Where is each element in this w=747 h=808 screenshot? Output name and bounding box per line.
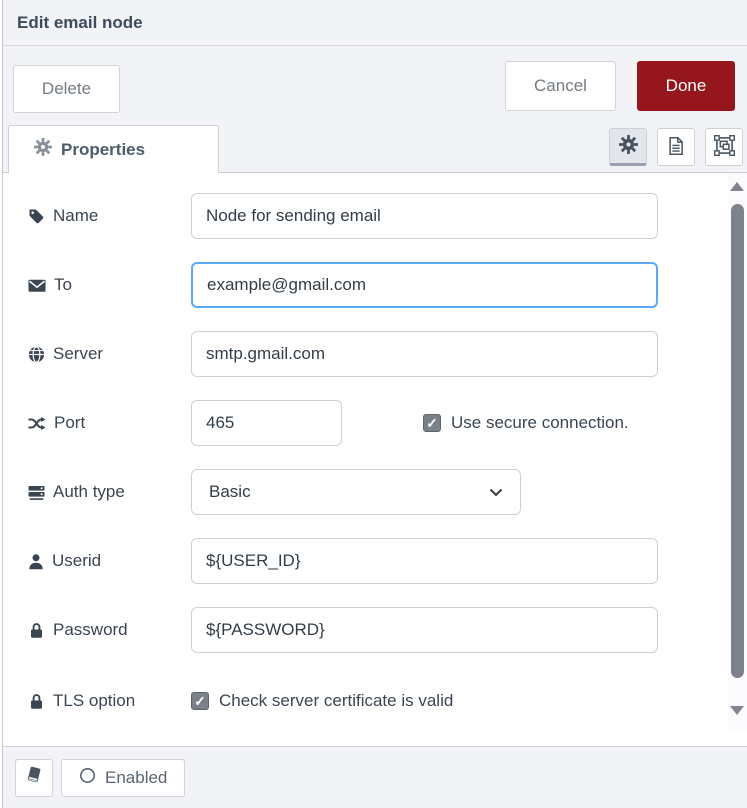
delete-button[interactable]: Delete xyxy=(13,65,120,113)
enabled-toggle-button[interactable]: Enabled xyxy=(61,759,185,797)
form-row-userid: Userid xyxy=(28,538,747,584)
form-row-password: Password xyxy=(28,607,747,653)
appearance-panel-button[interactable] xyxy=(705,128,743,166)
enabled-label: Enabled xyxy=(105,768,167,788)
to-input[interactable] xyxy=(191,262,658,308)
server-input[interactable] xyxy=(191,331,658,377)
description-panel-button[interactable] xyxy=(657,128,695,166)
shuffle-icon xyxy=(28,415,46,432)
secure-connection-checkbox[interactable]: ✓ xyxy=(423,414,441,432)
tab-bar: Properties xyxy=(3,125,747,173)
name-input[interactable] xyxy=(191,193,658,239)
scrollbar-down-button[interactable] xyxy=(730,706,744,715)
dialog-footer: Enabled xyxy=(3,746,747,808)
form-row-server: Server xyxy=(28,331,747,377)
userid-label: Userid xyxy=(28,551,191,571)
authtype-label: Auth type xyxy=(28,482,191,502)
doc-icon xyxy=(666,136,686,159)
gear-icon xyxy=(619,135,638,157)
form-row-to: To xyxy=(28,262,747,308)
form-scrollbar[interactable] xyxy=(728,173,747,729)
tls-verify-group: ✓ Check server certificate is valid xyxy=(191,691,453,711)
server-icon xyxy=(28,484,45,501)
properties-panel-button[interactable] xyxy=(609,128,647,166)
to-label: To xyxy=(28,275,191,295)
tab-properties-label: Properties xyxy=(61,140,145,160)
lock-icon xyxy=(28,693,45,710)
user-icon xyxy=(28,553,44,570)
chevron-down-icon xyxy=(489,482,503,502)
properties-form: Name To xyxy=(3,173,747,746)
tls-verify-checkbox[interactable]: ✓ xyxy=(191,692,209,710)
tab-properties[interactable]: Properties xyxy=(8,125,219,173)
userid-input[interactable] xyxy=(191,538,658,584)
circle-icon xyxy=(79,767,96,789)
dialog-button-bar: Delete Cancel Done xyxy=(3,46,747,125)
scrollbar-up-button[interactable] xyxy=(730,182,744,191)
name-label: Name xyxy=(28,206,191,226)
scrollbar-thumb[interactable] xyxy=(731,204,744,678)
envelope-icon xyxy=(28,277,46,294)
gear-icon xyxy=(34,138,52,161)
cancel-button[interactable]: Cancel xyxy=(505,61,616,111)
book-icon xyxy=(25,766,43,789)
form-row-tls: TLS option ✓ Check server certificate is… xyxy=(28,690,747,712)
auth-type-value: Basic xyxy=(209,482,251,502)
tag-icon xyxy=(28,208,45,225)
tab-toolbar xyxy=(609,128,743,166)
password-label: Password xyxy=(28,620,191,640)
globe-icon xyxy=(28,346,45,363)
port-input[interactable] xyxy=(191,400,342,446)
dialog-header: Edit email node xyxy=(3,0,747,46)
form-row-authtype: Auth type Basic xyxy=(28,469,747,515)
form-row-name: Name xyxy=(28,193,747,239)
secure-connection-label: Use secure connection. xyxy=(451,413,629,433)
edit-email-node-dialog: Edit email node Delete Cancel Done xyxy=(2,0,747,808)
auth-type-select[interactable]: Basic xyxy=(191,469,521,515)
password-input[interactable] xyxy=(191,607,658,653)
server-label: Server xyxy=(28,344,191,364)
lock-icon xyxy=(28,622,45,639)
secure-connection-group: ✓ Use secure connection. xyxy=(423,413,629,433)
port-label: Port xyxy=(28,413,191,433)
node-help-button[interactable] xyxy=(15,759,53,797)
dialog-title: Edit email node xyxy=(17,13,143,33)
done-button[interactable]: Done xyxy=(637,61,735,111)
form-row-port: Port ✓ Use secure connection. xyxy=(28,400,747,446)
appearance-icon xyxy=(714,135,735,159)
tls-label: TLS option xyxy=(28,691,191,711)
tls-verify-label: Check server certificate is valid xyxy=(219,691,453,711)
